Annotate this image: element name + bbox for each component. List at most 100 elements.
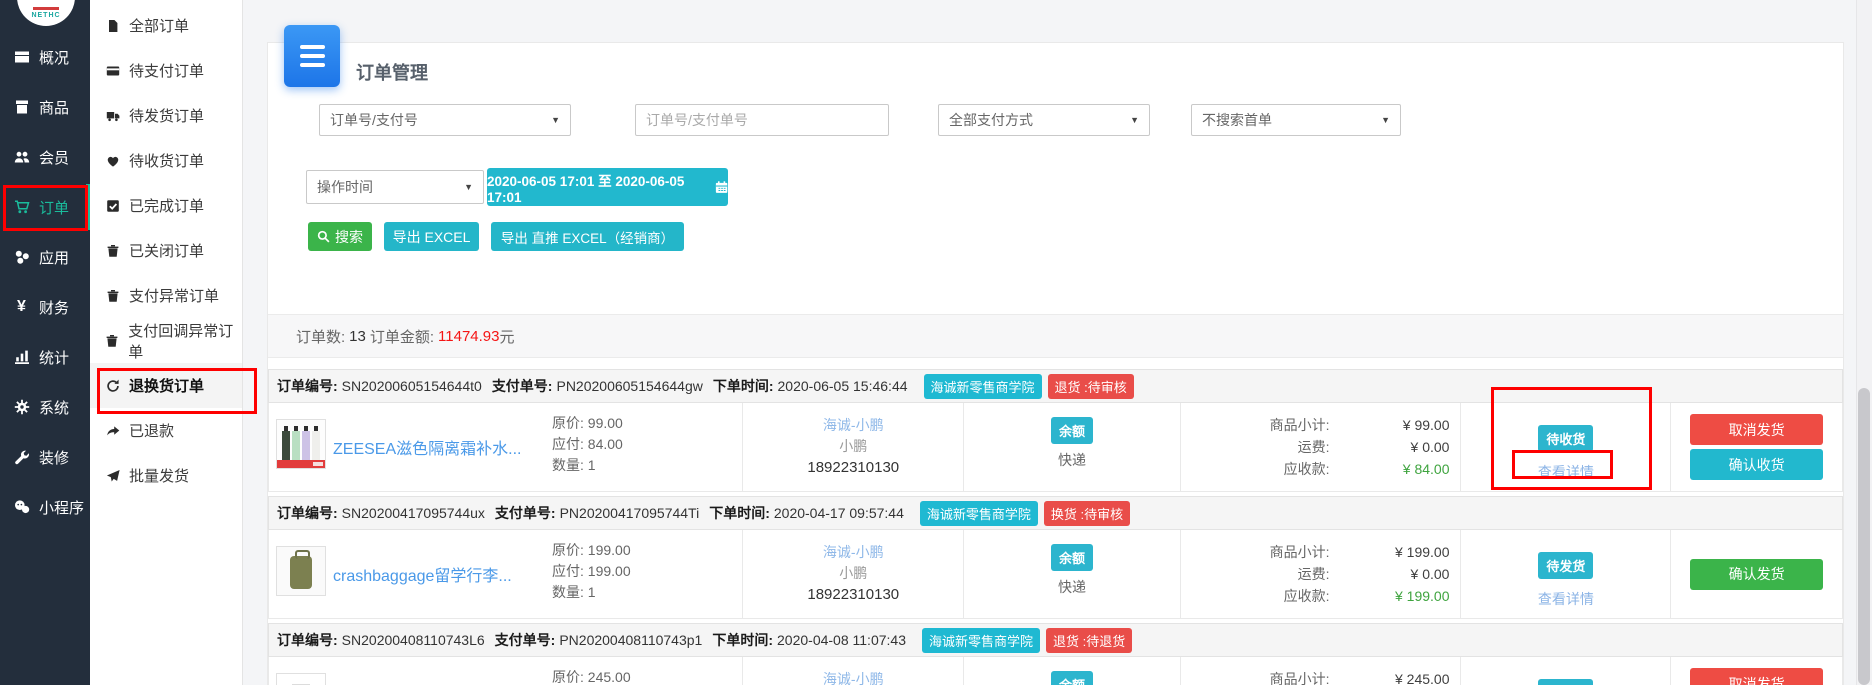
product-image[interactable] (276, 673, 326, 685)
order-list: 订单编号: SN20200605154644t0 支付单号: PN2020060… (268, 369, 1843, 685)
submenu-item-all-orders[interactable]: 全部订单 (90, 3, 242, 48)
buyer-phone: 18922310130 (807, 586, 900, 603)
members-icon (13, 149, 30, 166)
order-field-select[interactable]: 订单号/支付号 ▼ (319, 104, 571, 136)
logo-red-bar (33, 7, 59, 10)
sidebar-item-apps[interactable]: 应用 (0, 232, 90, 282)
delivery-method: 快递 (1057, 452, 1086, 468)
submenu-item-batch-shipment[interactable]: 批量发货 (90, 453, 242, 498)
chevron-down-icon: ▼ (1381, 115, 1390, 125)
chevron-down-icon: ▼ (464, 182, 473, 192)
product-image[interactable] (276, 546, 326, 596)
gear-icon (13, 399, 30, 416)
order-status-badge: 待收货 (1538, 425, 1594, 452)
first-order-select[interactable]: 不搜索首单 ▼ (1191, 104, 1401, 136)
product-image[interactable] (276, 419, 326, 469)
buyer-shop-link[interactable]: 海诚-小鹏 (743, 542, 963, 563)
submenu-item-label: 已退款 (129, 423, 175, 440)
return-status-badge: 退货 :待退货 (1046, 627, 1133, 653)
submenu-item-pending-receipt[interactable]: 待收货订单 (90, 138, 242, 183)
submenu-item-pending-payment[interactable]: 待支付订单 (90, 48, 242, 93)
time-type-select[interactable]: 操作时间 ▼ (306, 170, 484, 204)
sidebar-item-overview[interactable]: 概况 (0, 32, 90, 82)
receivable-label: 应收款: (1283, 588, 1330, 604)
order-no-label: 订单编号: (277, 505, 338, 521)
quantity-label: 数量: (552, 584, 584, 600)
order-block: 订单编号: SN20200408110743L6 支付单号: PN2020040… (268, 623, 1843, 685)
pay-method-badge: 余额 (1050, 544, 1093, 571)
sidebar-item-goods[interactable]: 商品 (0, 82, 90, 132)
shipping-value: ¥ 0.00 (1410, 439, 1450, 455)
actions-cell: 取消发货 确认收货 (1671, 403, 1842, 491)
view-detail-link[interactable]: 查看详情 (1461, 462, 1670, 482)
calendar-icon (715, 181, 728, 193)
submenu-item-refunded[interactable]: 已退款 (90, 408, 242, 453)
buyer-shop-link[interactable]: 海诚-小鹏 (743, 669, 963, 685)
quantity-row: 数量: 1 (552, 582, 631, 603)
date-range-text: 2020-06-05 17:01 至 2020-06-05 17:01 (487, 173, 685, 205)
submenu-item-callback-exception[interactable]: 支付回调异常订单 (90, 318, 242, 363)
submenu-item-completed[interactable]: 已完成订单 (90, 183, 242, 228)
submenu-item-payment-exception[interactable]: 支付异常订单 (90, 273, 242, 318)
sidebar-item-decorate[interactable]: 装修 (0, 432, 90, 482)
subtotal-label: 商品小计: (1269, 417, 1330, 433)
submenu-item-pending-shipment[interactable]: 待发货订单 (90, 93, 242, 138)
sidebar-item-label: 商品 (39, 99, 70, 117)
sidebar-item-system[interactable]: 系统 (0, 382, 90, 432)
order-action-button[interactable]: 取消发货 (1690, 668, 1824, 685)
payable-price-value: 84.00 (587, 436, 623, 452)
scrollbar-thumb[interactable] (1858, 388, 1870, 685)
pay-no-label: 支付单号: (494, 632, 556, 648)
sidebar-item-miniprogram[interactable]: 小程序 (0, 482, 90, 532)
refresh-icon (105, 378, 120, 393)
sidebar-item-members[interactable]: 会员 (0, 132, 90, 182)
product-name-link[interactable]: ZEESEA滋色隔离霜补水... (333, 435, 521, 459)
submenu-item-label: 待发货订单 (129, 108, 205, 125)
submenu-item-closed[interactable]: 已关闭订单 (90, 228, 242, 273)
hamburger-icon (299, 63, 325, 67)
submenu-item-label: 支付回调异常订单 (128, 322, 234, 361)
status-cell: 待收货 查看详情 (1461, 403, 1672, 491)
sidebar-item-orders[interactable]: 订单 (0, 182, 90, 232)
view-detail-link[interactable]: 查看详情 (1461, 589, 1670, 609)
product-cell: ZEESEA滋色隔离霜补水... 原价: 99.00 应付: 84.00 数量:… (269, 403, 744, 491)
subtotal-row: 商品小计: ¥ 199.00 (1181, 541, 1450, 563)
payable-price-label: 应付: (552, 436, 584, 452)
sidebar-item-label: 概况 (39, 49, 70, 67)
order-action-button[interactable]: 确认发货 (1690, 558, 1824, 590)
order-action-button[interactable]: 确认收货 (1690, 449, 1824, 480)
sidebar-item-label: 财务 (39, 299, 70, 317)
order-amount-label: 订单金额: (369, 328, 435, 346)
pay-method-badge: 余额 (1050, 671, 1093, 685)
receivable-row: 应收款: ¥ 84.00 (1181, 458, 1450, 480)
cart-icon (13, 199, 30, 216)
pay-no-label: 支付单号: (494, 505, 556, 521)
keyword-input[interactable] (635, 104, 889, 136)
product-cell: 原价: 245.00 应付: 数量: (269, 657, 744, 685)
select-value: 全部支付方式 (949, 112, 1033, 128)
shipping-label: 运费: (1297, 566, 1330, 582)
buyer-shop-link[interactable]: 海诚-小鹏 (743, 415, 963, 436)
sidebar-item-finance[interactable]: ¥ 财务 (0, 282, 90, 332)
export-excel-button[interactable]: 导出 EXCEL (384, 222, 479, 251)
search-button-label: 搜索 (335, 228, 363, 245)
product-name-link[interactable]: crashbaggage留学行李... (333, 562, 512, 586)
pay-method-select[interactable]: 全部支付方式 ▼ (938, 104, 1150, 136)
sidebar-item-stats[interactable]: 统计 (0, 332, 90, 382)
order-status-badge: 待发货 (1538, 552, 1594, 579)
submenu-item-return-exchange[interactable]: 退换货订单 (90, 363, 242, 408)
submenu-item-label: 待收货订单 (129, 153, 205, 170)
search-button[interactable]: 搜索 (308, 222, 372, 251)
submenu-item-label: 支付异常订单 (129, 288, 220, 305)
export-dealer-excel-button[interactable]: 导出 直推 EXCEL（经销商） (491, 222, 684, 251)
order-action-button[interactable]: 取消发货 (1690, 414, 1824, 445)
logo-text: NETHC (31, 12, 61, 19)
totals-cell: 商品小计: ¥ 99.00 运费: ¥ 0.00 应收款: ¥ 84.00 (1181, 403, 1462, 491)
payment-cell: 余额 快递 (964, 403, 1181, 491)
date-range-button[interactable]: 2020-06-05 17:01 至 2020-06-05 17:01 (487, 168, 728, 206)
hamburger-menu-button[interactable] (284, 25, 340, 87)
shipping-row: 运费: ¥ 0.00 (1181, 563, 1450, 585)
payable-price-label: 应付: (552, 563, 584, 579)
brand-logo[interactable]: NETHC (17, 0, 75, 26)
goods-icon (13, 99, 30, 116)
